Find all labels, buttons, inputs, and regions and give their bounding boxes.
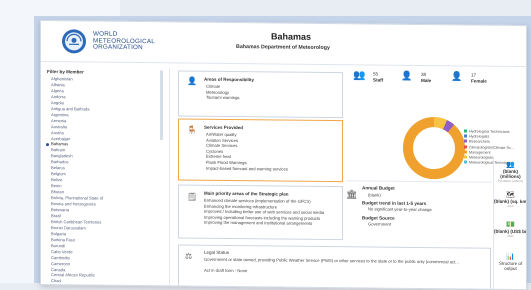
staff-group-icon: 👥	[353, 70, 366, 82]
department-title: Bahamas Department of Meteorology	[236, 44, 330, 52]
legend-swatch	[464, 139, 467, 143]
legend-label: Management	[469, 150, 491, 155]
budget-source-title: Budget Source	[362, 215, 395, 221]
dashboard: WORLD METEOROLOGICAL ORGANIZATION Bahama…	[40, 20, 527, 290]
member-item[interactable]: Chile	[41, 284, 169, 285]
responsibility-title: Areas of Responsibility	[204, 76, 255, 83]
male-icon: 👤	[401, 70, 413, 81]
budget-source-value: Government	[368, 221, 392, 227]
priority-panel: 🗒 Main priority areas of the Strategic p…	[178, 184, 343, 241]
legend-label: Researchers	[469, 139, 490, 145]
output-label: Structure of output	[498, 260, 523, 271]
org-name: WORLD METEOROLOGICAL ORGANIZATION	[93, 31, 155, 53]
legend-label: Meteorologists	[469, 155, 493, 160]
donut-segment-management	[403, 117, 465, 180]
responsibility-list: Climate Meteorology Tsunami warnings	[206, 84, 240, 101]
services-title: Services Provided	[204, 124, 244, 131]
budget-section: 🏛 Annual Budget (blank) Budget trend in …	[346, 180, 492, 247]
staff-female-label: Female	[471, 78, 487, 84]
budget-trend-title: Budget trend in last 1-5 years	[362, 200, 427, 207]
filter-title: Filter by Member	[47, 69, 84, 75]
budget-value: (blank)	[368, 192, 381, 198]
legend-swatch	[464, 134, 467, 138]
legend-swatch	[464, 129, 467, 133]
priority-list: Enhanced climate services (implementatio…	[204, 198, 324, 227]
legend-swatch	[464, 160, 467, 164]
legal-title: Legal Status	[204, 249, 230, 255]
output-indicator: 📊 Structure of output	[494, 253, 527, 271]
staff-female-value: 17	[471, 72, 477, 78]
female-icon: 👤	[451, 71, 463, 82]
legal-status: Government or state owned, providing Pub…	[204, 256, 459, 265]
priority-title: Main priority areas of the Strategic pla…	[204, 190, 289, 197]
member-filter[interactable]: Filter by Member Afghanistan Albania Alger…	[41, 67, 170, 286]
population-indicator: 👥 (blank) (millions) Population (million…	[494, 161, 527, 183]
legend-swatch	[464, 150, 467, 154]
donut-segment-researchers	[442, 120, 455, 133]
legal-act: Act in draft form - None	[204, 267, 248, 274]
table-icon: 🪑	[187, 125, 197, 135]
staff-total-value: 55	[373, 71, 379, 77]
legend-swatch	[464, 145, 467, 149]
responsibility-item: Tsunami warnings	[206, 94, 240, 101]
gdp-indicator: 💵 (blank) (US$ billions) GDP	[494, 221, 527, 238]
donut-segment-meteorologists	[433, 117, 448, 130]
header: WORLD METEOROLOGICAL ORGANIZATION Bahama…	[41, 21, 526, 68]
staff-male: 👤 38 Male	[401, 70, 441, 84]
scales-icon: ⚖	[185, 251, 193, 261]
person-icon: 👤	[187, 76, 197, 86]
member-list-scrollbar[interactable]	[160, 70, 163, 141]
staff-total: 👥 55 Staff	[353, 70, 393, 83]
service-item: Impact-based forecast and warning servic…	[206, 165, 288, 172]
priority-item: Improving the management and institution…	[204, 220, 313, 227]
population-label: Population (millions)	[497, 178, 524, 184]
budget-title: Annual Budget	[362, 185, 395, 191]
wmo-logo-icon	[62, 29, 86, 54]
legend-swatch	[464, 155, 467, 159]
responsibility-panel: 👤 Areas of Responsibility Climate Meteor…	[178, 70, 343, 119]
staff-total-label: Staff	[373, 77, 384, 83]
country-title: Bahamas	[271, 31, 312, 42]
clipboard-icon: 🗒	[187, 192, 198, 202]
services-list: Air/Water quality Aviation Services Clim…	[206, 132, 288, 172]
member-list[interactable]: Afghanistan Albania Algeria Andorra Angola An…	[41, 76, 169, 285]
country-indicators: 👥 (blank) (millions) Population (million…	[493, 156, 527, 290]
legend-label: Climatologists/Climate Sc...	[469, 145, 514, 150]
staff-male-value: 38	[421, 71, 427, 78]
legend-label: Hydrologists	[469, 134, 490, 139]
population-value: (blank) (millions)	[500, 168, 521, 180]
org-line-3: ORGANIZATION	[93, 43, 143, 52]
gdp-label: GDP	[507, 233, 514, 238]
budget-icon: 🏛	[346, 189, 358, 200]
area-indicator: 🗺 (blank) (sq. km thou... Area	[494, 191, 527, 208]
budget-trend-value: No significant year-to-year change	[368, 206, 432, 213]
area-label: Area	[507, 203, 514, 208]
legend-label: Hydrological Technicians	[469, 129, 510, 134]
staff-donut-chart	[403, 117, 465, 180]
services-panel: 🪑 Services Provided Air/Water quality Av…	[178, 118, 343, 183]
staff-female: 👤 17 Female	[451, 71, 491, 84]
staff-male-label: Male	[421, 77, 432, 84]
